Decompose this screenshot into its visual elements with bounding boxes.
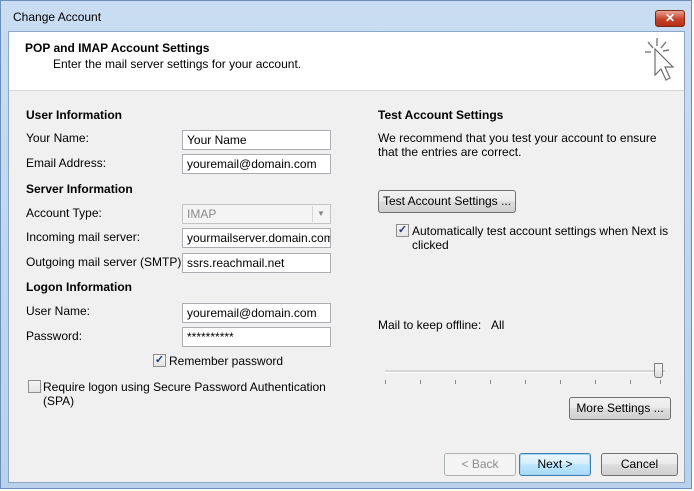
- offline-slider-track[interactable]: [385, 370, 665, 373]
- email-address-label: Email Address:: [26, 156, 107, 170]
- next-button[interactable]: Next >: [519, 453, 591, 476]
- check-icon: ✓: [397, 224, 408, 236]
- outgoing-server-field[interactable]: ssrs.reachmail.net: [182, 253, 331, 273]
- user-information-heading: User Information: [26, 108, 123, 122]
- account-type-value: IMAP: [187, 207, 217, 221]
- back-button[interactable]: < Back: [444, 453, 516, 476]
- header-subtitle: Enter the mail server settings for your …: [53, 57, 302, 71]
- slider-tick: [525, 380, 526, 384]
- outgoing-server-label: Outgoing mail server (SMTP):: [26, 255, 185, 269]
- slider-tick: [490, 380, 491, 384]
- user-name-field[interactable]: youremail@domain.com: [182, 303, 331, 323]
- your-name-field[interactable]: Your Name: [182, 130, 331, 150]
- slider-tick: [660, 380, 661, 384]
- test-settings-heading: Test Account Settings: [378, 108, 504, 122]
- spa-label: Require logon using Secure Password Auth…: [43, 380, 326, 408]
- incoming-server-label: Incoming mail server:: [26, 230, 141, 244]
- server-information-heading: Server Information: [26, 182, 133, 196]
- header-title: POP and IMAP Account Settings: [25, 41, 210, 55]
- cursor-click-icon: [645, 38, 675, 81]
- auto-test-checkbox[interactable]: ✓: [396, 224, 409, 237]
- settings-area: User Information Your Name: Your Name Em…: [9, 91, 684, 444]
- close-icon: ✕: [664, 11, 676, 25]
- offline-slider-thumb[interactable]: [654, 363, 663, 378]
- more-settings-button[interactable]: More Settings ...: [569, 397, 671, 420]
- spa-checkbox[interactable]: [28, 380, 41, 393]
- email-address-field[interactable]: youremail@domain.com: [182, 154, 331, 174]
- check-icon: ✓: [154, 354, 165, 366]
- password-label: Password:: [26, 329, 83, 343]
- remember-password-label: Remember password: [169, 354, 284, 368]
- slider-tick: [385, 380, 386, 384]
- logon-information-heading: Logon Information: [26, 280, 132, 294]
- test-account-settings-button[interactable]: Test Account Settings ...: [378, 190, 516, 213]
- close-button[interactable]: ✕: [655, 10, 685, 27]
- window-title: Change Account: [13, 10, 102, 24]
- chevron-down-icon: ▼: [312, 206, 329, 222]
- slider-tick: [560, 380, 561, 384]
- cancel-button[interactable]: Cancel: [601, 453, 678, 476]
- offline-value: All: [491, 318, 505, 332]
- incoming-server-field[interactable]: yourmailserver.domain.com: [182, 228, 331, 248]
- password-field[interactable]: **********: [182, 327, 331, 347]
- test-settings-description: We recommend that you test your account …: [378, 131, 657, 159]
- auto-test-label: Automatically test account settings when…: [412, 224, 669, 252]
- offline-label: Mail to keep offline:: [378, 318, 482, 332]
- title-bar[interactable]: Change Account ✕: [1, 1, 691, 31]
- slider-tick: [630, 380, 631, 384]
- your-name-label: Your Name:: [26, 131, 89, 145]
- slider-tick: [455, 380, 456, 384]
- slider-tick: [595, 380, 596, 384]
- user-name-label: User Name:: [26, 304, 91, 318]
- account-type-select: IMAP ▼: [182, 204, 331, 224]
- dialog-header: POP and IMAP Account Settings Enter the …: [9, 32, 684, 91]
- dialog-client: POP and IMAP Account Settings Enter the …: [8, 31, 685, 483]
- slider-tick: [420, 380, 421, 384]
- change-account-window: Change Account ✕ POP and IMAP Account Se…: [0, 0, 692, 489]
- remember-password-checkbox[interactable]: ✓: [153, 354, 166, 367]
- account-type-label: Account Type:: [26, 206, 102, 220]
